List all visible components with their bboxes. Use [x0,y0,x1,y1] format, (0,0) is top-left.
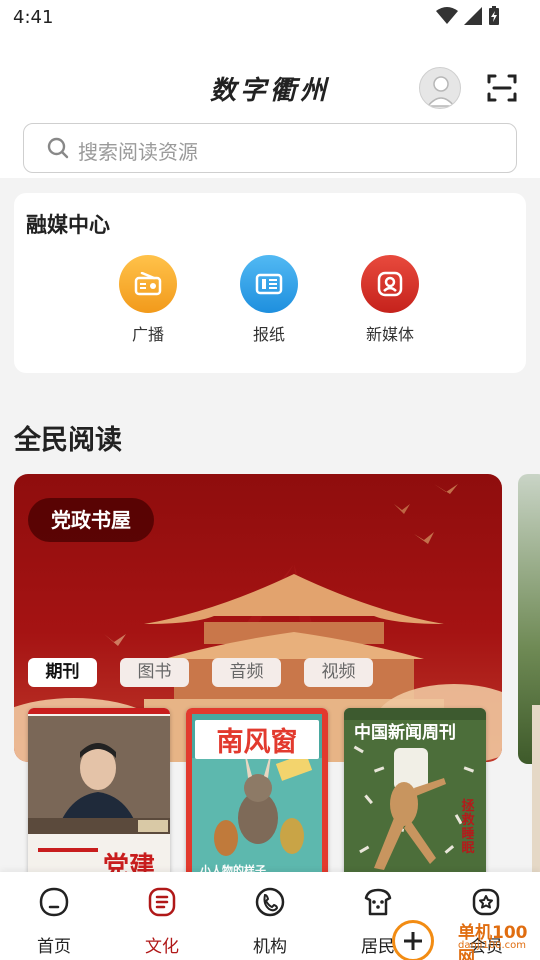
reading-tabs: 期刊 图书 音频 视频 [28,658,373,687]
cover-subtitle: 拯救睡眠 [461,799,475,856]
cover-title: 中国新闻周刊 [354,723,456,743]
status-bar: 4:41 [0,0,540,38]
newspaper-icon [240,255,298,313]
wifi-icon [436,7,458,24]
nav-item-culture[interactable]: 文化 [122,886,202,957]
card-badge: 党政书屋 [28,498,154,542]
watermark-plus-icon [392,920,434,960]
media-item-radio[interactable]: 广播 [98,255,198,345]
next-cover-peek [532,705,540,875]
nav-label: 文化 [145,937,179,957]
watermark-logo: 单机100网 danji100.com [388,912,540,960]
nav-item-institution[interactable]: 机构 [230,886,310,957]
signal-icon [464,7,482,25]
media-item-label: 广播 [131,325,164,344]
scan-icon[interactable] [486,72,518,104]
status-icons [436,6,500,26]
status-time: 4:41 [13,7,54,28]
search-input[interactable]: 搜索阅读资源 [23,123,517,173]
watermark-url: danji100.com [458,940,526,951]
magazine-cover[interactable]: 南风窗 小人物的样子 [186,708,328,880]
media-item-newspaper[interactable]: 报纸 [219,255,319,345]
cover-title: 南风窗 [195,720,319,759]
media-center-card: 融媒中心 广播 报纸 新媒体 [14,193,526,373]
media-item-label: 新媒体 [365,325,414,344]
institution-icon [255,887,285,917]
nav-label: 机构 [253,937,287,957]
tab-video[interactable]: 视频 [304,658,373,687]
media-center-title: 融媒中心 [26,213,110,237]
magazine-cover[interactable]: 党建 [28,708,170,880]
radio-icon [119,255,177,313]
avatar[interactable] [419,67,461,109]
tab-books[interactable]: 图书 [120,658,189,687]
media-item-label: 报纸 [252,325,285,344]
culture-icon [148,887,176,917]
header: 数字衢州 搜索阅读资源 [0,38,540,178]
magazine-cover[interactable]: 中国新闻周刊 拯救睡眠 [344,708,486,880]
user-avatar-icon [426,76,456,107]
media-item-new-media[interactable]: 新媒体 [340,255,440,345]
watermark-text: 单机100网 [458,923,528,960]
tab-audio[interactable]: 音频 [212,658,281,687]
battery-icon [489,6,499,25]
search-icon [47,137,69,159]
home-icon [39,887,69,917]
nav-item-home[interactable]: 首页 [14,886,94,957]
tab-periodicals[interactable]: 期刊 [28,658,97,687]
nav-label: 首页 [37,937,71,957]
search-placeholder: 搜索阅读资源 [78,140,198,164]
section-title-reading: 全民阅读 [14,425,122,456]
new-media-icon [361,255,419,313]
